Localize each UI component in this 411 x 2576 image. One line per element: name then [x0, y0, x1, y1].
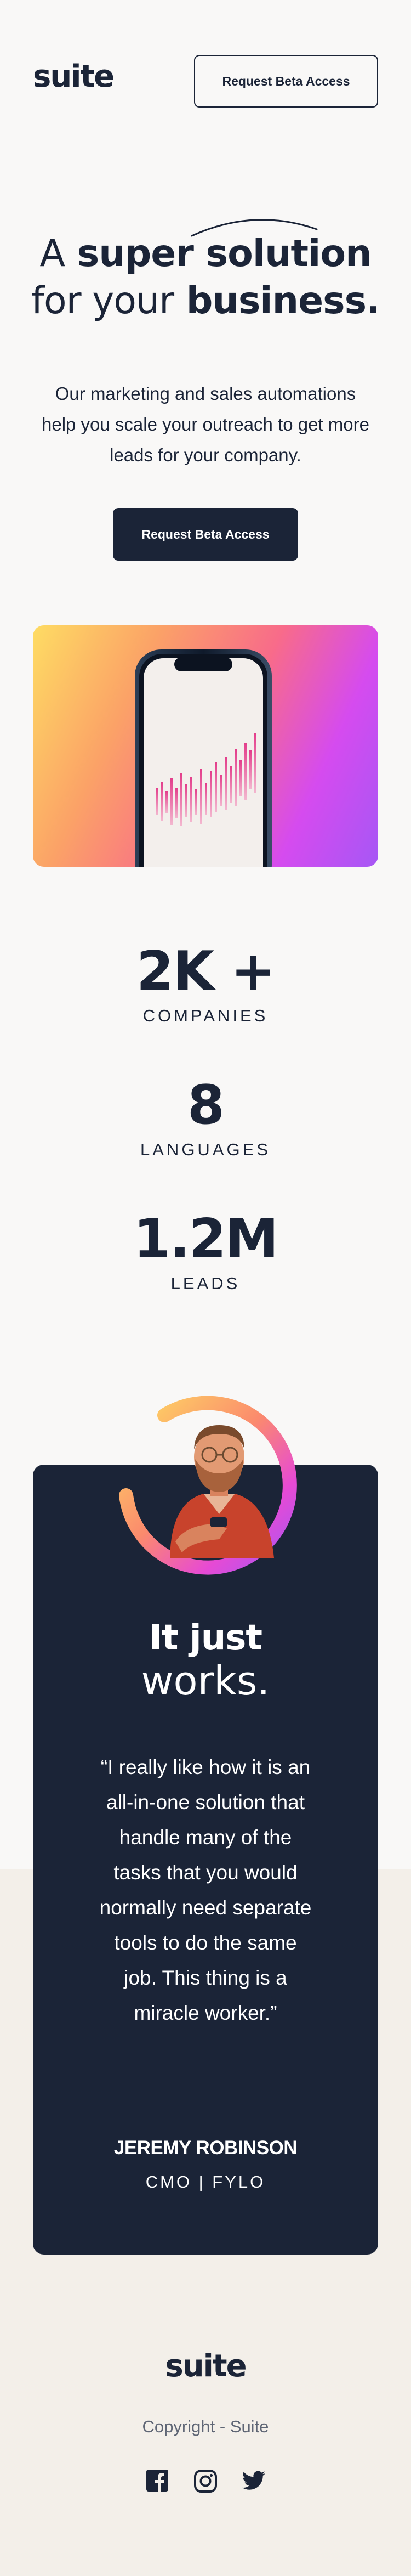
- suite-logo[interactable]: suite: [33, 61, 115, 92]
- hero-title-line-1: A super solution: [39, 232, 372, 275]
- hero-description: Our marketing and sales automations help…: [41, 383, 369, 465]
- footer-logo[interactable]: suite: [0, 2351, 411, 2382]
- stat-leads: 1.2M LEADS: [0, 1209, 411, 1293]
- instagram-icon[interactable]: [193, 2468, 218, 2494]
- facebook-icon[interactable]: [145, 2468, 170, 2494]
- stat-value: 1.2M: [133, 1208, 278, 1270]
- stat-companies: 2K + COMPANIES: [0, 941, 411, 1026]
- copyright-text: Copyright - Suite: [142, 2417, 269, 2436]
- hero-title-line-2: for your business.: [31, 279, 380, 323]
- avatar: [119, 1396, 297, 1575]
- stat-value: 2K +: [136, 940, 276, 1003]
- testimonial-title: It just works.: [33, 1617, 378, 1703]
- twitter-icon[interactable]: [241, 2468, 266, 2494]
- request-beta-access-button-header[interactable]: Request Beta Access: [194, 55, 378, 108]
- testimonial-author: JEREMY ROBINSON: [113, 2137, 298, 2159]
- request-beta-access-button-hero[interactable]: Request Beta Access: [113, 508, 298, 561]
- phone-hero-image: [33, 625, 378, 867]
- stat-value: 8: [187, 1074, 225, 1137]
- testimonial-quote: “I really like how it is an all-in-one s…: [99, 1756, 312, 2024]
- stat-languages: 8 LANGUAGES: [0, 1075, 411, 1160]
- testimonial-title-light: works.: [141, 1658, 270, 1704]
- testimonial-role: CMO | FYLO: [145, 2172, 266, 2191]
- stat-label: COMPANIES: [142, 1006, 269, 1025]
- social-links: [0, 2468, 411, 2496]
- testimonial-title-bold: It just: [149, 1618, 262, 1658]
- stat-label: LEADS: [170, 1274, 241, 1293]
- stat-label: LANGUAGES: [140, 1140, 271, 1159]
- phone-illustration: [135, 649, 272, 867]
- hero-title: A super solution for your business.: [0, 230, 411, 325]
- site-header: suite Request Beta Access: [0, 0, 411, 165]
